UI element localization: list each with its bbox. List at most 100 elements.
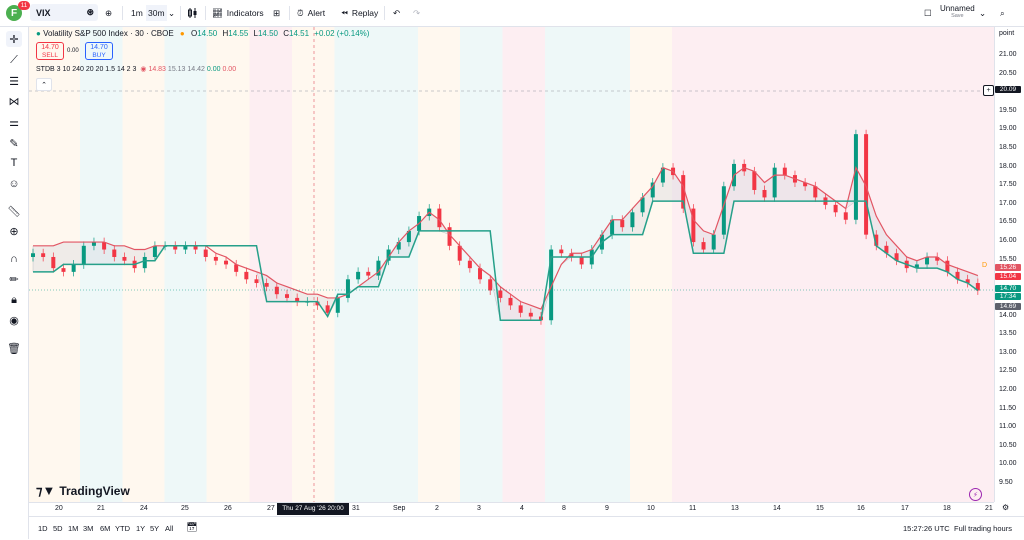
candle-body (142, 256, 147, 269)
candle-body (51, 256, 56, 269)
range-button-3m[interactable]: 3M (83, 524, 93, 533)
time-tick: 11 (689, 505, 697, 512)
time-tick: 26 (224, 505, 232, 512)
candle-body (224, 260, 229, 265)
interval-30m-button[interactable]: 30m (146, 5, 167, 21)
tradingview-logo: ⁊▼ TradingView (36, 483, 130, 498)
time-axis[interactable]: 2021242526273031Sep234891011131415161718… (29, 502, 994, 517)
goto-date-calendar-icon[interactable]: 📅︎ (186, 522, 197, 533)
mid-price-label: 15.04 (995, 273, 1021, 280)
price-tick: 20.50 (999, 69, 1017, 77)
emoji-icon[interactable]: ☺ (6, 176, 22, 192)
upper-band-price-label: 15.26 (995, 264, 1021, 271)
price-tick: 16.00 (999, 237, 1017, 245)
text-tool-icon[interactable]: T (6, 155, 22, 171)
add-alert-plus-icon[interactable]: + (983, 85, 994, 96)
range-button-1d[interactable]: 1D (38, 524, 48, 533)
indicator-eye-icon[interactable]: ◉ (140, 66, 146, 73)
price-tick: 12.00 (999, 385, 1017, 393)
range-button-all[interactable]: All (165, 524, 173, 533)
session-background (714, 27, 756, 502)
price-tick: 14.00 (999, 311, 1017, 319)
session-background (502, 27, 545, 502)
symbol-legend: ● Volatility S&P 500 Index · 30 · CBOE ●… (36, 29, 370, 38)
buy-button[interactable]: 14.70 BUY (85, 42, 113, 60)
layout-name-button[interactable]: Unnamed Save (940, 4, 975, 19)
candle-body (752, 171, 757, 190)
price-axis[interactable]: point 21.0020.5020.0019.5019.0018.5018.0… (994, 27, 1024, 502)
price-tick: 19.00 (999, 125, 1017, 133)
forecast-tools-icon[interactable]: ⚌ (6, 114, 22, 130)
candle-body (254, 279, 259, 284)
visibility-eye-icon[interactable]: ◉ (6, 312, 22, 328)
candle-body (508, 297, 513, 306)
interval-1m-button[interactable]: 1m (131, 5, 143, 21)
indicators-icon: 📈︎ (212, 7, 223, 18)
pattern-icon[interactable]: ⋈ (6, 93, 22, 109)
candle-body (81, 245, 86, 265)
magnet-icon[interactable]: ∩ (6, 251, 22, 267)
candle-body (762, 189, 767, 198)
time-tick: 21 (97, 505, 105, 512)
lightning-icon[interactable]: ⚡︎ (969, 488, 982, 501)
range-button-6m[interactable]: 6M (100, 524, 110, 533)
sell-button[interactable]: 14.70 SELL (36, 42, 64, 60)
candle-body (528, 312, 533, 317)
collapse-legend-icon[interactable]: ⌃ (36, 78, 52, 91)
price-tick: 13.00 (999, 348, 1017, 356)
candle-body (284, 294, 289, 298)
layout-dropdown-icon[interactable]: ⌄ (979, 5, 986, 21)
zoom-in-icon[interactable]: ⊕ (6, 223, 22, 239)
bottom-toolbar: 1D 5D 1M 3M 6M YTD 1Y 5Y All 📅︎ 15:27:26 UTC Ful… (29, 516, 1024, 540)
fib-retracement-icon[interactable]: ☰ (6, 73, 22, 89)
templates-grid-icon[interactable]: ⊞ (273, 5, 280, 21)
price-chart[interactable] (29, 27, 994, 502)
redo-icon[interactable]: ↷ (413, 5, 420, 21)
replay-icon: ⏪︎ (341, 7, 348, 18)
range-button-5y[interactable]: 5Y (150, 524, 159, 533)
range-button-ytd[interactable]: YTD (115, 524, 130, 533)
indicator-legend[interactable]: STDB 3 10 240 20 20 1.5 14 2 3 ◉ 14.83 1… (36, 65, 236, 73)
price-tick: 17.50 (999, 181, 1017, 189)
delayed-marker-icon: D (982, 262, 988, 269)
ruler-icon[interactable]: 📏︎ (6, 203, 22, 219)
trend-line-icon[interactable]: ⟋ (6, 52, 22, 68)
candle-body (498, 290, 503, 298)
session-background (587, 27, 630, 502)
time-tick: 14 (773, 505, 781, 512)
price-tick: 9.50 (999, 479, 1013, 486)
undo-icon[interactable]: ↶ (393, 5, 400, 21)
brush-icon[interactable]: ✎ (6, 135, 22, 151)
range-button-5d[interactable]: 5D (53, 524, 63, 533)
candle-body (467, 260, 472, 269)
chart-pane[interactable] (29, 27, 994, 502)
market-status-icon: ● (36, 29, 41, 38)
layout-checkbox-icon[interactable]: ☐ (924, 5, 932, 21)
session-selector[interactable]: Full trading hours (954, 524, 1012, 533)
interval-dropdown-icon[interactable]: ⌄ (168, 5, 175, 21)
chart-type-candles-icon[interactable] (187, 5, 199, 21)
symbol-name: VIX (36, 7, 51, 18)
utc-clock[interactable]: 15:27:26 UTC (903, 524, 950, 533)
time-tick: 15 (816, 505, 824, 512)
symbol-options-icon[interactable]: ⊛ (86, 7, 94, 18)
session-background (206, 27, 250, 502)
candle-body (112, 249, 117, 257)
crosshair-icon[interactable]: ✛ (6, 31, 22, 47)
symbol-search-input[interactable]: VIX ⊛ (30, 4, 98, 21)
range-button-1m[interactable]: 1M (68, 524, 78, 533)
candle-body (772, 167, 777, 198)
stay-in-drawing-mode-icon[interactable]: ✏︎ (6, 271, 22, 287)
add-symbol-icon[interactable]: ⊕ (105, 5, 112, 21)
trash-icon[interactable]: 🗑︎ (6, 340, 22, 356)
indicators-button[interactable]: 📈︎ Indicators (212, 5, 264, 21)
replay-button[interactable]: ⏪︎ Replay (341, 5, 378, 21)
alert-button[interactable]: ⏰︎ Alert (297, 5, 325, 21)
range-button-1y[interactable]: 1Y (136, 524, 145, 533)
candle-body (437, 208, 442, 228)
chart-settings-gear-icon[interactable]: ⚙︎ (1002, 503, 1009, 512)
candle-body (559, 249, 564, 254)
search-icon[interactable]: ⌕ (1000, 5, 1005, 21)
price-tick: 11.50 (999, 404, 1016, 412)
lock-icon[interactable]: 🔒︎ (6, 292, 22, 308)
